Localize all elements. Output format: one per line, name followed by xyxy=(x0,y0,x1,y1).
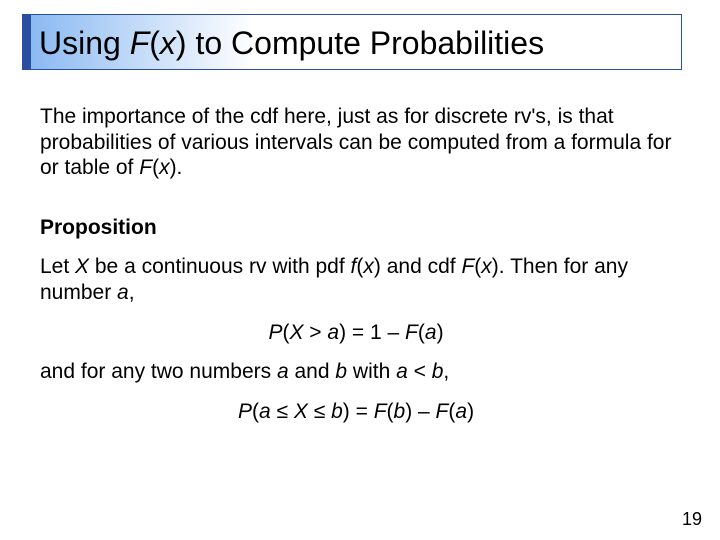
eq1-a: a xyxy=(327,321,339,344)
eq2-le2: ≤ xyxy=(308,400,331,423)
eq2-rp2: ) – xyxy=(405,400,435,423)
p2-X: X xyxy=(75,255,89,278)
eq1-X: X xyxy=(289,321,303,344)
eq1-rp2: ) xyxy=(437,321,444,344)
eq2-F2: F xyxy=(436,400,449,423)
title-text-2: to Compute Probabilities xyxy=(187,25,545,61)
title-lparen: ( xyxy=(149,25,160,61)
eq2-le1: ≤ xyxy=(271,400,294,423)
p3-bVar: b xyxy=(335,360,347,383)
equation-2: P(a ≤ X ≤ b) = F(b) – F(a) xyxy=(40,399,672,425)
proposition-heading: Proposition xyxy=(40,215,672,241)
p3-bVar2: b xyxy=(432,360,444,383)
paragraph-and: and for any two numbers a and b with a <… xyxy=(40,359,672,385)
p3-lt: < xyxy=(408,360,432,383)
paragraph-intro: The importance of the cdf here, just as … xyxy=(40,104,672,181)
p2-x1: x xyxy=(363,255,374,278)
title-x: x xyxy=(160,25,176,61)
eq1-F: F xyxy=(405,321,418,344)
eq1-lp2: ( xyxy=(418,321,425,344)
slide-title: Using F(x) to Compute Probabilities xyxy=(39,21,673,65)
p3-a: and for any two numbers xyxy=(40,360,277,383)
p3-c: with xyxy=(347,360,396,383)
eq2-X: X xyxy=(294,400,308,423)
eq1-a2: a xyxy=(425,321,437,344)
p1-x: x xyxy=(159,156,170,179)
p2-a: Let xyxy=(40,255,75,278)
eq1-rp: ) = 1 – xyxy=(339,321,405,344)
eq2-lp: ( xyxy=(252,400,259,423)
p2-b: be a continuous rv with pdf xyxy=(89,255,351,278)
title-text-1: Using xyxy=(39,25,130,61)
title-F: F xyxy=(130,25,150,61)
p1-lp: ( xyxy=(152,156,159,179)
slide: Using F(x) to Compute Probabilities The … xyxy=(0,0,720,540)
p1-F: F xyxy=(139,156,152,179)
eq2-lp2: ( xyxy=(387,400,394,423)
page-number: 19 xyxy=(682,509,702,530)
p3-aVar2: a xyxy=(396,360,408,383)
p2-c: and cdf xyxy=(381,255,462,278)
eq2-a: a xyxy=(259,400,271,423)
eq2-P: P xyxy=(238,400,252,423)
p1-rp: ). xyxy=(170,156,183,179)
eq1-P: P xyxy=(268,321,282,344)
p2-rp1: ) xyxy=(374,255,381,278)
eq2-b: b xyxy=(331,400,343,423)
eq1-gt: > xyxy=(303,321,327,344)
title-accent-bar xyxy=(23,15,31,69)
paragraph-let: Let X be a continuous rv with pdf f(x) a… xyxy=(40,254,672,305)
eq2-a2: a xyxy=(455,400,467,423)
p2-x2: x xyxy=(481,255,492,278)
eq2-F1: F xyxy=(374,400,387,423)
p1-text: The importance of the cdf here, just as … xyxy=(40,105,671,179)
p2-aVar: a xyxy=(117,281,129,304)
slide-body: The importance of the cdf here, just as … xyxy=(40,104,672,438)
p2-F: F xyxy=(461,255,474,278)
eq2-rp: ) = xyxy=(343,400,374,423)
p3-comma: , xyxy=(443,360,449,383)
title-box: Using F(x) to Compute Probabilities xyxy=(22,14,682,70)
eq2-b2: b xyxy=(394,400,406,423)
eq2-rp3: ) xyxy=(467,400,474,423)
p3-aVar: a xyxy=(277,360,289,383)
equation-1: P(X > a) = 1 – F(a) xyxy=(40,320,672,346)
p3-b: and xyxy=(289,360,336,383)
p2-comma: , xyxy=(129,281,135,304)
title-rparen: ) xyxy=(176,25,187,61)
